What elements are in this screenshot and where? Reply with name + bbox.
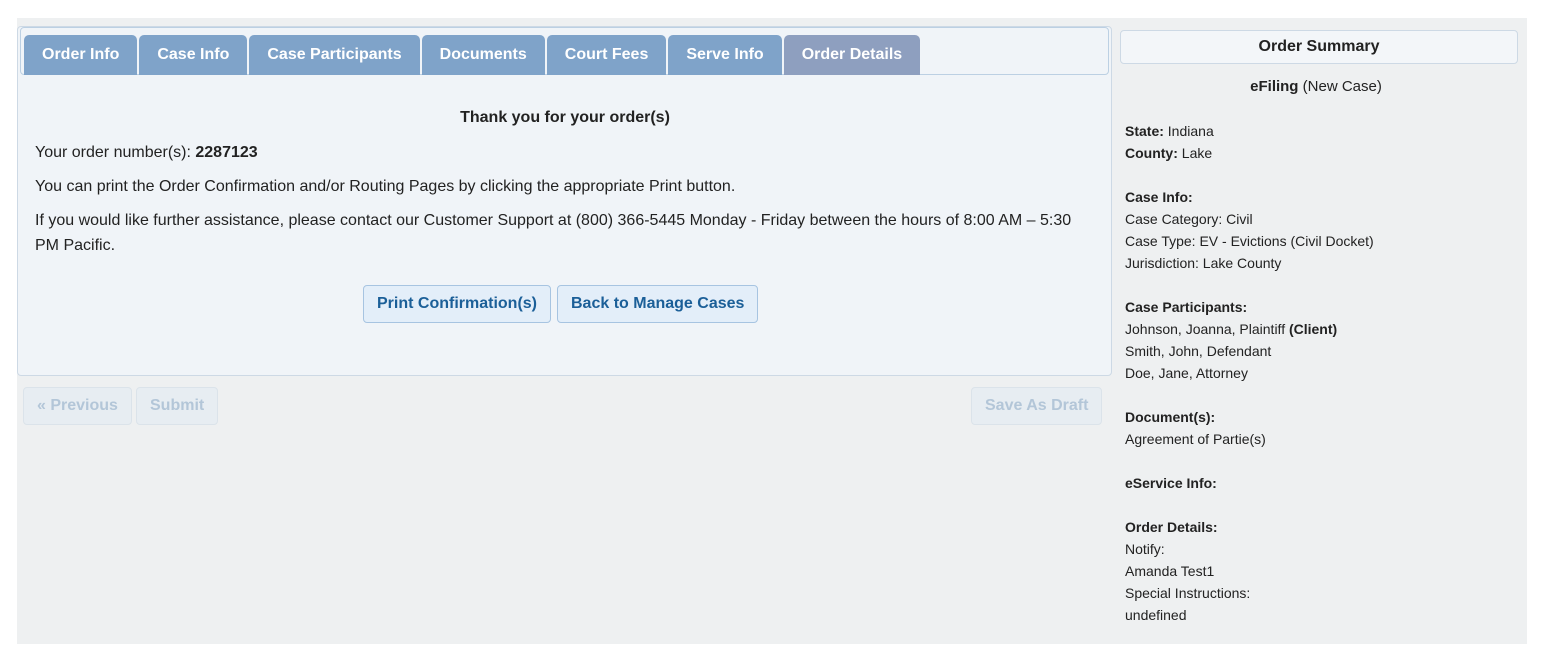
tab-documents[interactable]: Documents	[421, 35, 545, 75]
order-number-label: Your order number(s):	[35, 144, 191, 161]
thank-you-heading: Thank you for your order(s)	[460, 109, 670, 126]
order-summary-title: Order Summary	[1120, 30, 1518, 64]
tab-court-fees[interactable]: Court Fees	[546, 35, 667, 75]
participant-item: Johnson, Joanna, Plaintiff (Client)	[1125, 318, 1515, 340]
county-label: County:	[1125, 145, 1178, 161]
previous-button[interactable]: « Previous	[23, 387, 132, 425]
print-instructions: You can print the Order Confirmation and…	[35, 178, 736, 195]
participant-item: Smith, John, Defendant	[1125, 343, 1272, 359]
participant-name: Johnson, Joanna, Plaintiff	[1125, 321, 1286, 337]
state-value: Indiana	[1167, 123, 1214, 139]
county-line: County: Lake	[1125, 142, 1515, 164]
confirmation-body: Thank you for your order(s) Your order n…	[35, 105, 1095, 267]
documents-label: Document(s):	[1125, 409, 1216, 425]
page-frame: Order Info Case Info Case Participants D…	[17, 18, 1527, 644]
filing-type-label: eFiling	[1250, 78, 1299, 95]
tab-order-info[interactable]: Order Info	[24, 35, 138, 75]
case-info-block: Case Info: Case Category: Civil Case Typ…	[1125, 186, 1515, 274]
tab-case-info[interactable]: Case Info	[139, 35, 248, 75]
submit-button[interactable]: Submit	[136, 387, 219, 425]
location-block: State: Indiana County: Lake	[1125, 120, 1515, 164]
notify-label: Notify:	[1125, 541, 1165, 557]
filing-type: eFiling (New Case)	[1125, 76, 1507, 98]
order-number: 2287123	[195, 144, 258, 161]
eservice-block: eService Info:	[1125, 472, 1515, 494]
tab-bar: Order Info Case Info Case Participants D…	[20, 27, 1109, 75]
support-text: If you would like further assistance, pl…	[35, 212, 1072, 254]
save-as-draft-button[interactable]: Save As Draft	[971, 387, 1103, 425]
notify-name: Amanda Test1	[1125, 563, 1215, 579]
documents-block: Document(s): Agreement of Partie(s)	[1125, 406, 1515, 450]
order-details-block: Order Details: Notify: Amanda Test1 Spec…	[1125, 516, 1515, 626]
main-panel: Order Info Case Info Case Participants D…	[17, 26, 1112, 376]
special-instructions-label: Special Instructions:	[1125, 585, 1251, 601]
case-category: Case Category: Civil	[1125, 211, 1253, 227]
eservice-label: eService Info:	[1125, 475, 1217, 491]
state-label: State:	[1125, 123, 1164, 139]
back-to-manage-cases-button[interactable]: Back to Manage Cases	[557, 285, 759, 323]
filing-subtype: (New Case)	[1302, 78, 1382, 95]
order-details-label: Order Details:	[1125, 519, 1218, 535]
participant-item: Doe, Jane, Attorney	[1125, 365, 1248, 381]
tab-list: Order Info Case Info Case Participants D…	[24, 35, 921, 75]
participants-label: Case Participants:	[1125, 299, 1248, 315]
county-value: Lake	[1181, 145, 1213, 161]
participants-block: Case Participants: Johnson, Joanna, Plai…	[1125, 296, 1515, 384]
client-tag: (Client)	[1288, 321, 1338, 337]
confirmation-actions: Print Confirmation(s) Back to Manage Cas…	[363, 285, 759, 323]
state-line: State: Indiana	[1125, 120, 1515, 142]
print-confirmation-button[interactable]: Print Confirmation(s)	[363, 285, 551, 323]
case-info-label: Case Info:	[1125, 189, 1193, 205]
jurisdiction: Jurisdiction: Lake County	[1125, 255, 1282, 271]
document-item: Agreement of Partie(s)	[1125, 431, 1266, 447]
special-instructions-value: undefined	[1125, 607, 1187, 623]
case-type: Case Type: EV - Evictions (Civil Docket)	[1125, 233, 1374, 249]
order-summary-panel: eFiling (New Case) State: Indiana County…	[1125, 76, 1515, 648]
tab-case-participants[interactable]: Case Participants	[249, 35, 420, 75]
tab-order-details[interactable]: Order Details	[783, 35, 921, 75]
tab-serve-info[interactable]: Serve Info	[668, 35, 782, 75]
order-number-line: Your order number(s): 2287123	[35, 140, 1095, 165]
